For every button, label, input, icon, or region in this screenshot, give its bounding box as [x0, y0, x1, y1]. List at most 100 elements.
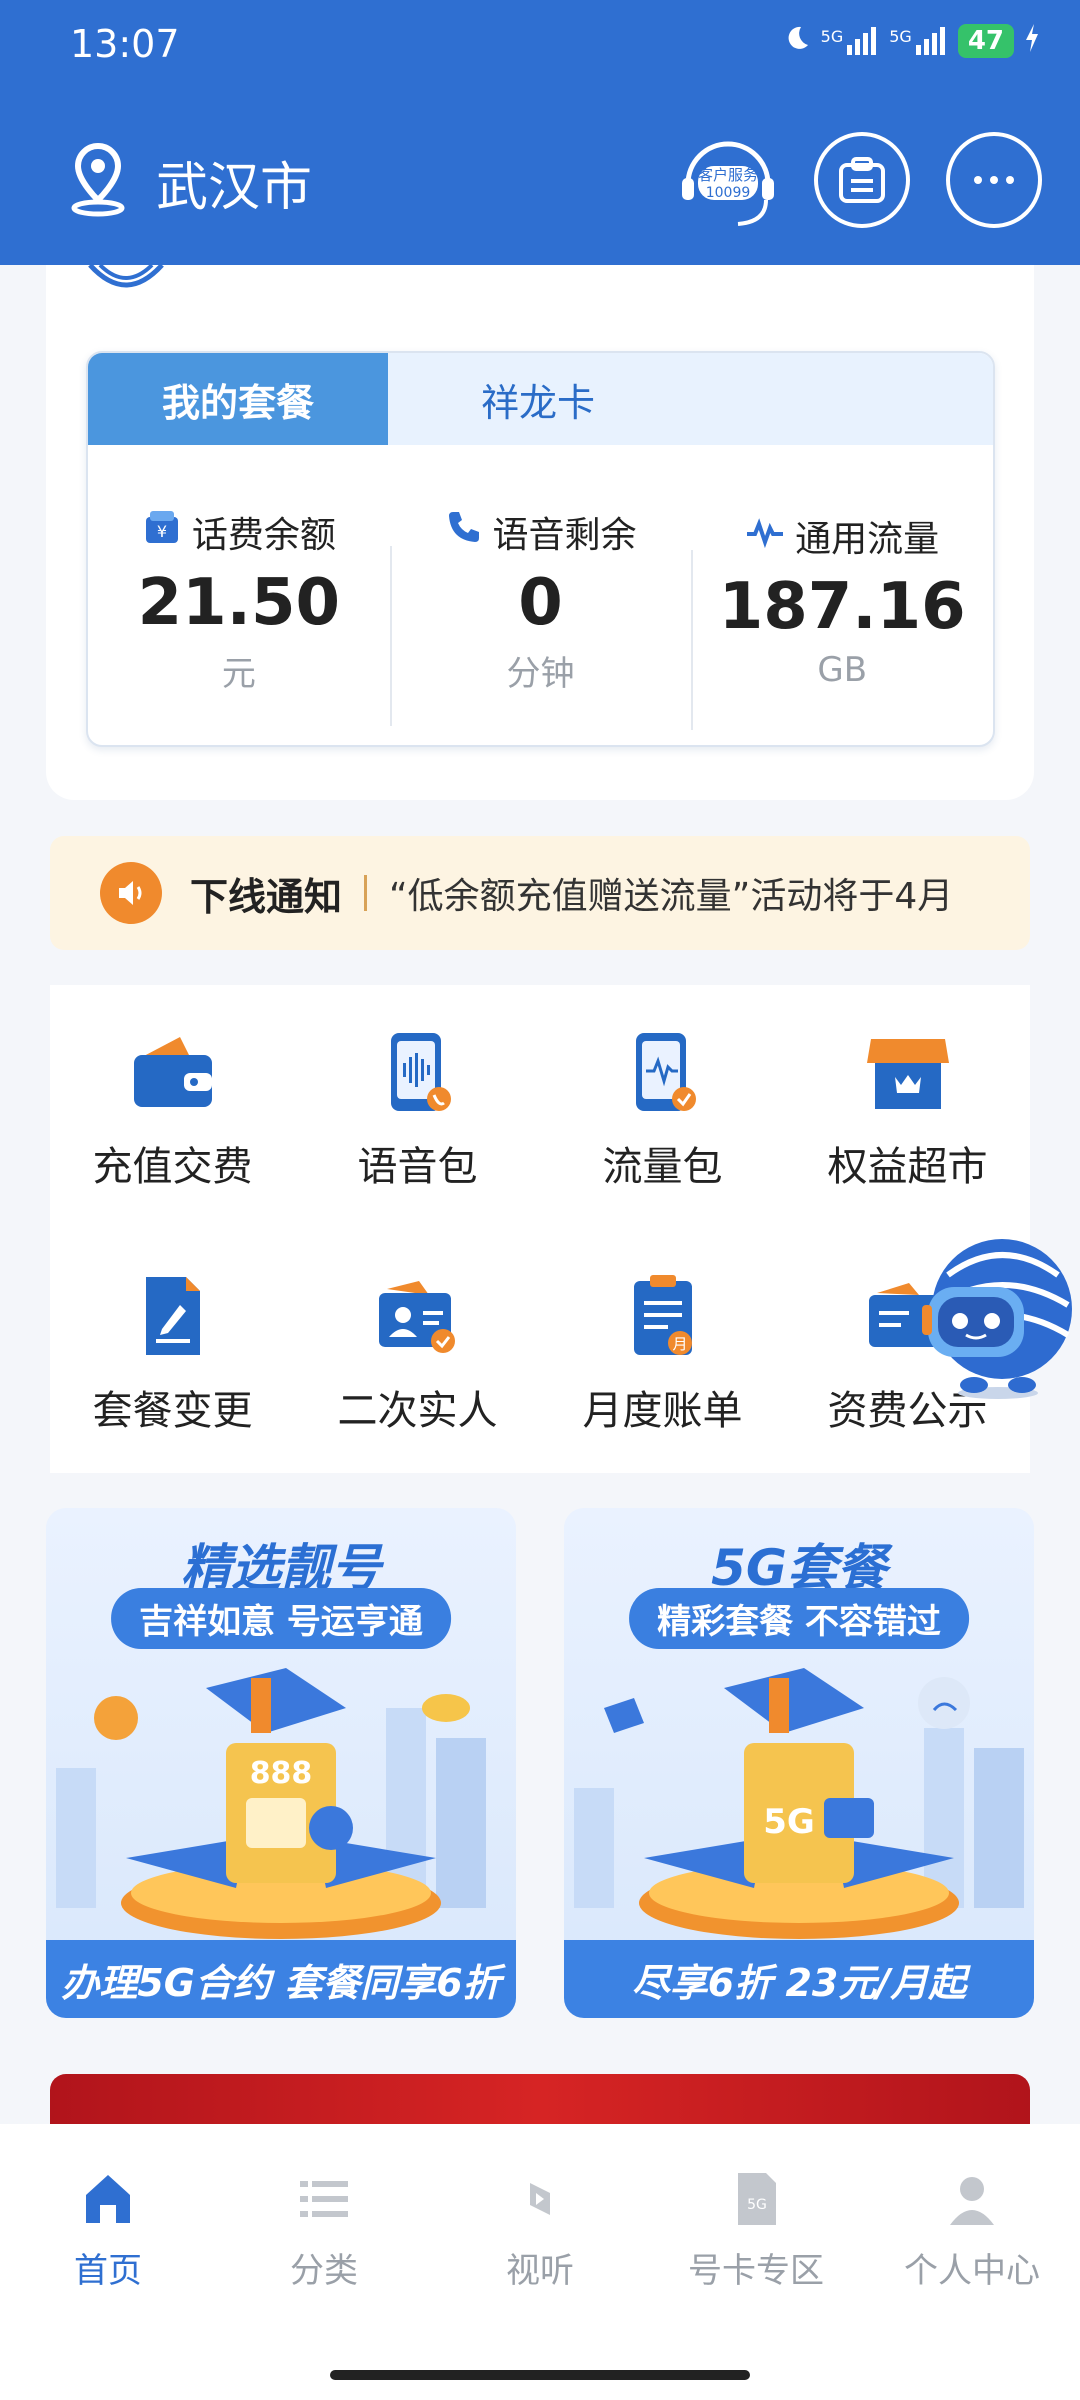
location-selector[interactable]: 武汉市	[58, 140, 312, 224]
nav-profile[interactable]: 个人中心	[864, 2124, 1080, 2334]
service-label: 月度账单	[582, 1387, 743, 1434]
service-label: 语音包	[357, 1143, 478, 1190]
stat-balance-value: 21.50	[137, 565, 341, 640]
sim-card-text: 888	[250, 1756, 313, 1791]
city-name: 武汉市	[156, 157, 313, 218]
promo-5g-plan[interactable]: 5G套餐 精彩套餐 不容错过 5G 尽享6折 23元/月起	[564, 1508, 1034, 2018]
nav-label: 视听	[506, 2250, 574, 2291]
promo-footer: 尽享6折 23元/月起	[564, 1940, 1034, 2018]
svg-text:5G: 5G	[747, 2197, 767, 2213]
stat-data-value: 187.16	[718, 570, 966, 644]
promo-lucky-number[interactable]: 精选靓号 吉祥如意 号运亨通 888 办理5G合约 套餐同享6折	[46, 1508, 516, 2018]
moon-icon	[783, 24, 811, 58]
nav-label: 分类	[290, 2250, 358, 2291]
nav-category[interactable]: 分类	[216, 2124, 432, 2334]
stat-voice-unit: 分钟	[506, 653, 575, 694]
promo-footer: 办理5G合约 套餐同享6折	[46, 1940, 516, 2018]
sim-card-icon: 5G	[724, 2167, 788, 2231]
service-label: 二次实人	[337, 1387, 498, 1434]
notice-title: 下线通知	[190, 874, 343, 919]
sim-card-text: 5G	[763, 1802, 815, 1842]
stat-voice-label: 语音剩余	[492, 514, 637, 556]
svg-text:月: 月	[672, 1335, 687, 1353]
nav-label: 个人中心	[904, 2250, 1040, 2291]
speaker-icon	[100, 862, 162, 924]
nav-video[interactable]: 视听	[432, 2124, 648, 2334]
service-data-package[interactable]: 流量包	[540, 985, 785, 1230]
stat-data-unit: GB	[817, 650, 868, 690]
nav-label: 号卡专区	[688, 2250, 824, 2291]
charging-icon	[1024, 24, 1040, 58]
stat-data-label-row: 通用流量	[745, 510, 939, 562]
promo-subtitle: 吉祥如意 号运亨通	[111, 1588, 451, 1649]
home-indicator[interactable]	[330, 2370, 750, 2380]
stat-data[interactable]: 通用流量 187.16 GB	[691, 500, 993, 730]
customer-service-button[interactable]: 客户服务 10099	[678, 132, 778, 232]
notice-text: “低余额充值赠送流量”活动将于4月	[389, 876, 954, 917]
tab-xianglong-card[interactable]: 祥龙卡	[388, 353, 688, 445]
signal-icon: 5G	[889, 27, 948, 55]
service-benefits-store[interactable]: 权益超市	[785, 985, 1030, 1230]
stat-voice-label-row: 语音剩余	[445, 506, 637, 558]
promo-subtitle: 精彩套餐 不容错过	[629, 1588, 969, 1649]
store-icon	[860, 1024, 956, 1120]
status-time: 13:07	[70, 22, 180, 66]
service-voice-package[interactable]: 语音包	[295, 985, 540, 1230]
tab-my-package[interactable]: 我的套餐	[88, 353, 388, 445]
stat-data-label: 通用流量	[795, 519, 940, 560]
service-label: 充值交费	[92, 1143, 253, 1190]
more-button[interactable]	[946, 132, 1042, 228]
stat-voice[interactable]: 语音剩余 0 分钟	[389, 496, 692, 726]
package-tabs: 我的套餐 祥龙卡	[88, 353, 993, 445]
bottom-navigation: 首页 分类 视听 5G 号卡专区 个人中心	[0, 2124, 1080, 2400]
gift-box-sim-illustration: 888	[56, 1668, 486, 1939]
nav-label: 首页	[74, 2250, 142, 2291]
svg-text:¥: ¥	[157, 522, 167, 541]
monthly-bill-icon: 月	[615, 1268, 711, 1364]
package-section: 我的套餐 祥龙卡 ¥ 话费余额 21.50 元 语音剩余 0 分钟 通用流量 1…	[46, 265, 1034, 800]
notice-divider	[364, 875, 368, 911]
clipboard-icon	[839, 157, 885, 203]
video-icon	[508, 2167, 572, 2231]
logo-fragment-icon	[88, 265, 164, 288]
service-label: 权益超市	[827, 1143, 988, 1190]
assistant-mascot[interactable]	[918, 1225, 1078, 1400]
nav-sim-zone[interactable]: 5G 号卡专区	[648, 2124, 864, 2334]
plan-change-icon	[125, 1268, 221, 1364]
cs-label: 客户服务	[697, 165, 758, 184]
data-package-icon	[615, 1024, 711, 1120]
yuan-wallet-icon: ¥	[142, 507, 182, 556]
pulse-icon	[745, 512, 785, 561]
notice-bar[interactable]: 下线通知 “低余额充值赠送流量”活动将于4月	[50, 836, 1030, 950]
stat-balance[interactable]: ¥ 话费余额 21.50 元	[88, 496, 390, 695]
stat-balance-unit: 元	[221, 653, 256, 694]
more-dots-icon	[974, 176, 1014, 184]
voice-package-icon	[370, 1024, 466, 1120]
person-icon	[940, 2167, 1004, 2231]
status-icons: 5G 5G 47	[783, 24, 1040, 58]
list-icon	[292, 2167, 356, 2231]
battery-indicator: 47	[957, 24, 1014, 58]
stat-balance-label-row: ¥ 话费余额	[142, 506, 336, 558]
location-pin-icon	[58, 140, 138, 224]
phone-icon	[445, 508, 483, 555]
service-recharge[interactable]: 充值交费	[50, 985, 295, 1230]
service-label: 套餐变更	[92, 1387, 253, 1434]
wallet-icon	[125, 1024, 221, 1120]
stat-balance-label: 话费余额	[191, 514, 336, 556]
package-card: 我的套餐 祥龙卡 ¥ 话费余额 21.50 元 语音剩余 0 分钟 通用流量 1…	[86, 351, 995, 747]
service-plan-change[interactable]: 套餐变更	[50, 1230, 295, 1473]
package-stats: ¥ 话费余额 21.50 元 语音剩余 0 分钟 通用流量 187.16 GB	[88, 445, 993, 745]
service-monthly-bill[interactable]: 月 月度账单	[540, 1230, 785, 1473]
robot-mascot-icon	[922, 1239, 1072, 1399]
cs-number: 10099	[705, 184, 751, 201]
messages-button[interactable]	[814, 132, 910, 228]
id-verify-icon	[370, 1268, 466, 1364]
signal-icon: 5G	[821, 27, 880, 55]
stat-voice-value: 0	[518, 565, 563, 640]
service-grid: 充值交费 语音包 流量包 权益超市 套餐变更 二次实人 月 月度账单 资费公示	[50, 985, 1030, 1473]
home-icon	[76, 2167, 140, 2231]
service-id-verify[interactable]: 二次实人	[295, 1230, 540, 1473]
header-actions: 客户服务 10099	[678, 132, 1042, 232]
nav-home[interactable]: 首页	[0, 2124, 216, 2334]
